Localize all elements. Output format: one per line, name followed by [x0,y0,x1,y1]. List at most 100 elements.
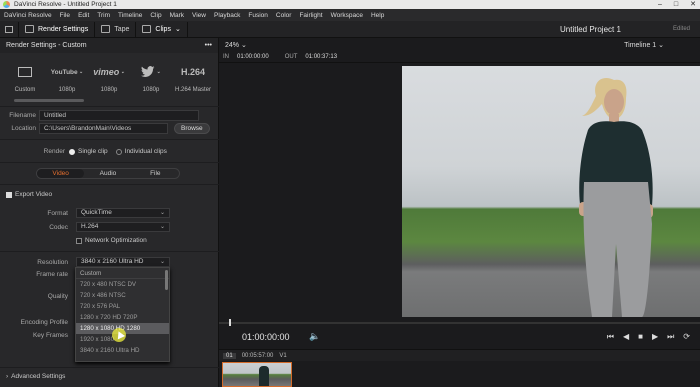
network-optimization-label: Network Optimization [85,237,147,244]
export-video-row: Export Video [6,191,52,198]
viewer-panel: 24% ⌄ Timeline 1 ⌄ IN 01:00:00:00 OUT 01… [219,38,700,387]
dropdown-option[interactable]: 1280 x 720 HD 720P [76,312,169,323]
dropdown-option[interactable]: Custom [76,268,169,279]
menu-edit[interactable]: Edit [78,12,89,19]
resolution-select[interactable]: 3840 x 2160 Ultra HD ⌄ [76,257,170,267]
panel-title: Render Settings - Custom [6,42,87,49]
video-frame [402,66,700,317]
thumbnail-figure [259,366,269,386]
clip-thumbnail[interactable] [222,362,292,387]
chevron-down-icon: ⌄ [240,42,247,49]
toolbar-toggle-button[interactable] [0,21,19,37]
out-timecode[interactable]: 01:00:37:13 [305,54,337,60]
stop-icon[interactable]: ■ [638,332,643,342]
playback-scrubber[interactable] [219,319,700,326]
dropdown-option[interactable]: 720 x 486 NTSC [76,290,169,301]
menu-fairlight[interactable]: Fairlight [299,12,322,19]
network-optimization-checkbox[interactable] [76,237,82,244]
single-clip-radio[interactable] [69,148,75,155]
divider [0,184,219,185]
preset-scrollbar[interactable] [14,99,84,102]
render-presets: Custom YouTube ⌄ 1080p vimeo ⌄ 1080p ⌄ 1… [0,53,218,93]
keyframes-row: Key Frames [4,332,68,339]
volume-icon[interactable]: 🔈 [309,331,320,342]
preset-custom[interactable]: Custom [4,65,46,93]
format-select[interactable]: QuickTime ⌄ [76,208,170,218]
location-input[interactable]: C:\Users\BrandonMain\Videos [39,123,168,134]
out-label: OUT [284,54,298,60]
tab-audio[interactable]: Audio [84,169,131,178]
minimize-button[interactable]: – [658,0,662,9]
render-settings-icon [25,25,34,33]
quality-label: Quality [47,293,68,300]
zoom-select[interactable]: 24% ⌄ [225,41,247,49]
preset-twitter[interactable]: ⌄ 1080p [130,65,172,93]
menu-timeline[interactable]: Timeline [118,12,142,19]
chevron-down-icon: ⌄ [174,26,181,33]
quality-row: Quality [4,293,68,300]
go-to-start-icon[interactable]: ⏮ [607,332,614,342]
play-reverse-icon[interactable]: ◀ [623,332,629,342]
panel-options-icon[interactable]: ••• [205,42,212,49]
menu-mark[interactable]: Mark [170,12,184,19]
dropdown-option[interactable]: 3840 x 2160 Ultra HD [76,345,169,356]
current-timecode: 01:00:00:00 [242,332,290,342]
preset-h264[interactable]: H.264 H.264 Master [172,65,214,93]
location-label: Location [11,125,36,132]
advanced-settings-row[interactable]: › Advanced Settings [6,373,65,380]
preset-label: Custom [14,87,36,93]
menu-color[interactable]: Color [276,12,292,19]
in-timecode[interactable]: 01:00:00:00 [237,54,269,60]
codec-select[interactable]: H.264 ⌄ [76,222,170,232]
preset-vimeo[interactable]: vimeo ⌄ 1080p [88,65,130,93]
clips-button[interactable]: Clips ⌄ [136,21,188,37]
dropdown-option[interactable]: 720 x 480 NTSC DV [76,279,169,290]
individual-clips-label: Individual clips [124,148,167,155]
menu-app[interactable]: DaVinci Resolve [4,12,52,19]
close-button[interactable]: ✕ [690,0,696,9]
loop-icon[interactable]: ⟳ [683,332,690,342]
dropdown-option[interactable]: 720 x 576 PAL [76,301,169,312]
go-to-end-icon[interactable]: ⏭ [667,332,674,342]
settings-tabs: Video Audio File [36,168,180,179]
divider [0,162,219,163]
format-row: Format QuickTime ⌄ [4,208,170,218]
advanced-settings-label: Advanced Settings [11,373,66,380]
chevron-down-icon: ⌄ [159,259,165,265]
menu-playback[interactable]: Playback [214,12,240,19]
export-video-checkbox[interactable] [6,191,12,198]
menu-trim[interactable]: Trim [97,12,110,19]
menu-view[interactable]: View [192,12,206,19]
toolbar: Render Settings Tape Clips ⌄ Untitled Pr… [0,21,700,38]
tab-file[interactable]: File [132,169,179,178]
custom-preset-icon [18,65,32,79]
individual-clips-radio[interactable] [115,148,122,155]
clips-label: Clips [155,25,171,33]
tab-video[interactable]: Video [37,169,85,178]
render-settings-button[interactable]: Render Settings [19,21,96,37]
transport-controls: ⏮ ◀ ■ ▶ ⏭ ⟳ [607,332,690,342]
clip-timecode: 00:05:57:00 [241,352,274,359]
chevron-down-icon: ⌄ [159,224,165,230]
tape-button[interactable]: Tape [95,21,137,37]
menu-workspace[interactable]: Workspace [331,12,363,19]
filename-input[interactable]: Untitled [39,110,199,121]
menu-file[interactable]: File [60,12,70,19]
window-titlebar: DaVinci Resolve - Untitled Project 1 – □… [0,0,700,9]
preset-youtube[interactable]: YouTube ⌄ 1080p [46,65,88,94]
play-icon[interactable]: ▶ [652,332,658,342]
menu-help[interactable]: Help [371,12,384,19]
playhead[interactable] [229,319,231,326]
format-label: Format [47,209,68,217]
dropdown-scrollbar[interactable] [165,270,168,290]
timeline-select[interactable]: Timeline 1 ⌄ [624,41,664,49]
menu-fusion[interactable]: Fusion [248,12,268,19]
menu-clip[interactable]: Clip [150,12,161,19]
in-label: IN [223,54,229,60]
filename-row: Filename Untitled [4,110,199,121]
window-title: DaVinci Resolve - Untitled Project 1 [14,1,117,8]
maximize-button[interactable]: □ [674,0,678,9]
encoding-row: Encoding Profile [4,319,68,326]
browse-button[interactable]: Browse [174,123,210,134]
mouse-cursor-icon [112,328,126,342]
